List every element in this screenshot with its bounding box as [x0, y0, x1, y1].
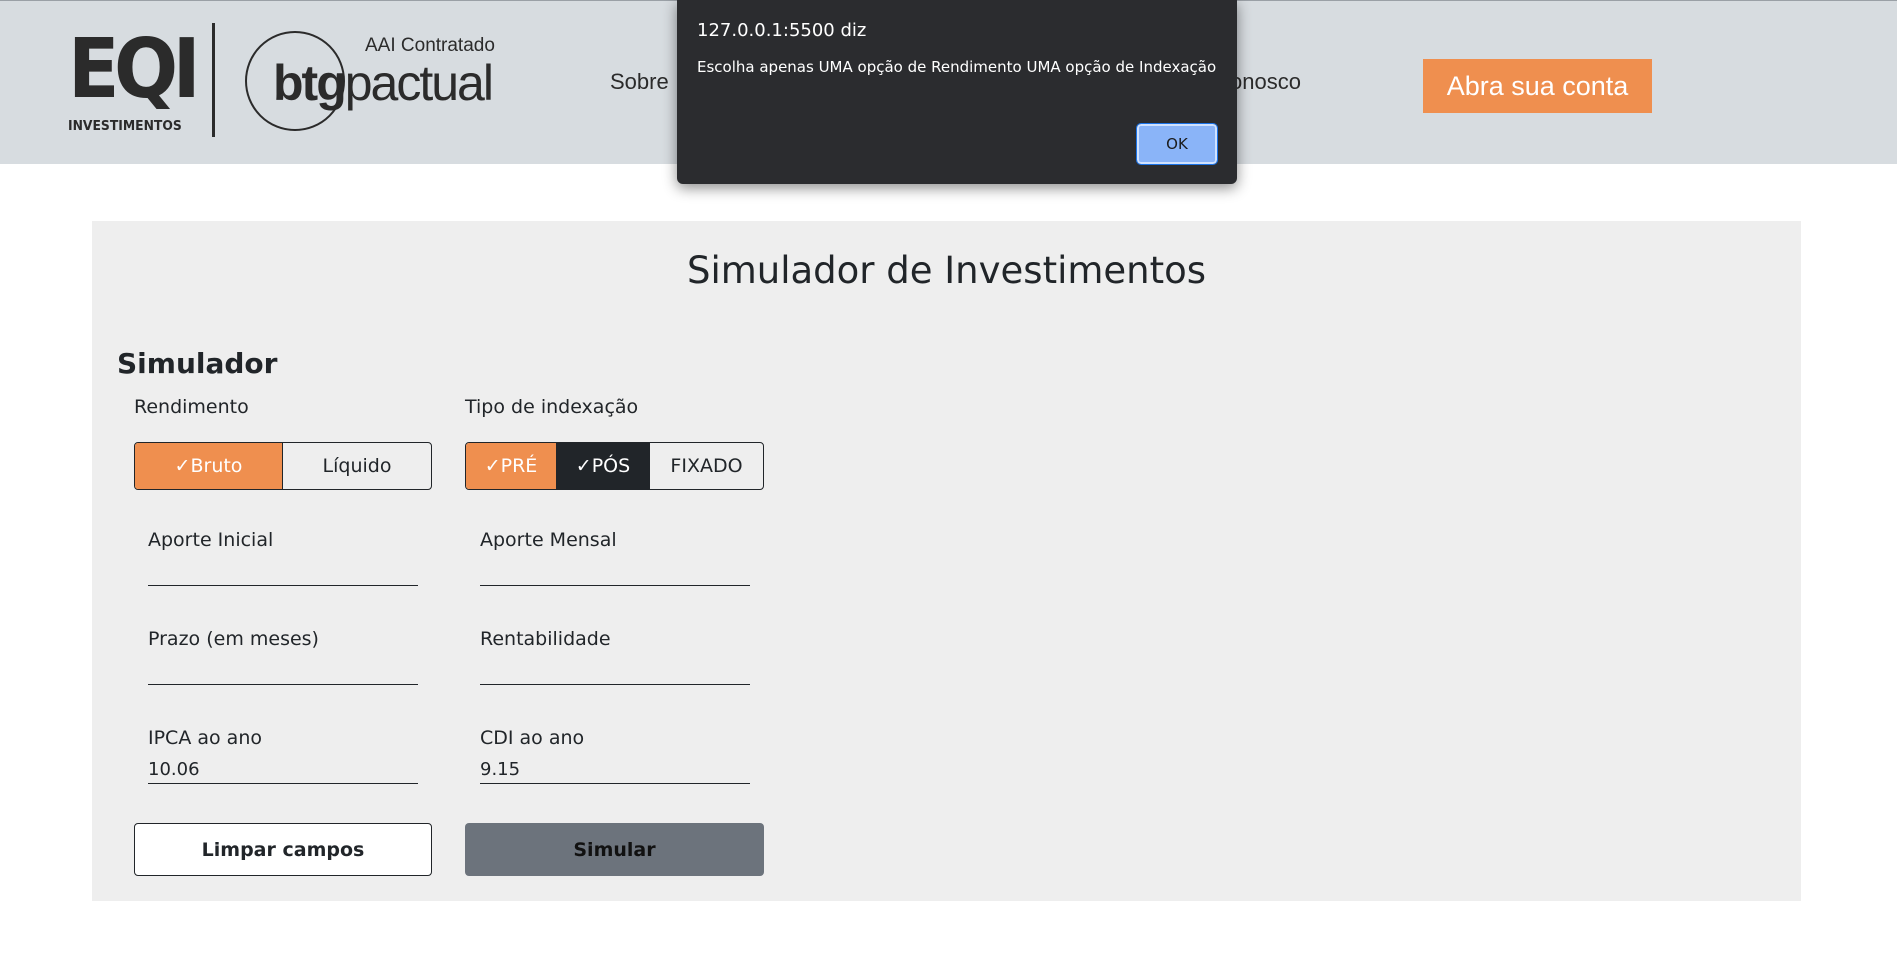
- btg-logo-light: pactual: [344, 55, 494, 111]
- cdi-input[interactable]: [480, 755, 750, 784]
- rendimento-liquido-button[interactable]: Líquido: [283, 443, 431, 489]
- simulate-button[interactable]: Simular: [465, 823, 764, 876]
- rentabilidade-field: Rentabilidade: [480, 628, 750, 685]
- eqi-logo-subtitle: INVESTIMENTOS: [68, 119, 182, 134]
- indexacao-pos-button[interactable]: ✓PÓS: [557, 443, 650, 489]
- alert-dialog: 127.0.0.1:5500 diz Escolha apenas UMA op…: [677, 0, 1237, 184]
- prazo-label: Prazo (em meses): [148, 628, 319, 650]
- logo-divider: [212, 23, 215, 137]
- aporte-inicial-label: Aporte Inicial: [148, 529, 274, 551]
- rendimento-toggle-group: ✓Bruto Líquido: [134, 442, 432, 490]
- nav-link-sobre[interactable]: Sobre: [610, 69, 669, 95]
- prazo-field: Prazo (em meses): [148, 628, 418, 685]
- eqi-logo[interactable]: EQI INVESTIMENTOS: [68, 22, 201, 137]
- alert-title: 127.0.0.1:5500 diz: [697, 20, 867, 41]
- indexacao-toggle-group: ✓PRÉ ✓PÓS FIXADO: [465, 442, 764, 490]
- indexacao-pre-button[interactable]: ✓PRÉ: [466, 443, 557, 489]
- section-title: Simulador: [117, 347, 278, 380]
- aporte-mensal-field: Aporte Mensal: [480, 529, 750, 586]
- aporte-mensal-label: Aporte Mensal: [480, 529, 617, 551]
- nav-link-fale-conosco[interactable]: onosco: [1230, 69, 1301, 95]
- ipca-label: IPCA ao ano: [148, 727, 262, 749]
- btg-logo-wordmark: btgpactual: [273, 53, 494, 113]
- aporte-mensal-input[interactable]: [480, 557, 750, 586]
- indexacao-fixado-button[interactable]: FIXADO: [650, 443, 763, 489]
- open-account-button[interactable]: Abra sua conta: [1423, 59, 1652, 113]
- prazo-input[interactable]: [148, 656, 418, 685]
- ipca-input[interactable]: [148, 755, 418, 784]
- cdi-label: CDI ao ano: [480, 727, 585, 749]
- alert-message: Escolha apenas UMA opção de Rendimento U…: [697, 58, 1217, 76]
- rentabilidade-input[interactable]: [480, 656, 750, 685]
- cdi-field: CDI ao ano: [480, 727, 750, 784]
- rendimento-bruto-button[interactable]: ✓Bruto: [135, 443, 283, 489]
- ipca-field: IPCA ao ano: [148, 727, 418, 784]
- btg-pactual-logo[interactable]: AAI Contratado btgpactual: [243, 29, 503, 133]
- simulator-panel: Simulador de Investimentos Simulador Ren…: [92, 221, 1801, 901]
- rendimento-label: Rendimento: [134, 396, 249, 418]
- aporte-inicial-field: Aporte Inicial: [148, 529, 418, 586]
- aporte-inicial-input[interactable]: [148, 557, 418, 586]
- page-title: Simulador de Investimentos: [686, 249, 1207, 292]
- clear-fields-button[interactable]: Limpar campos: [134, 823, 432, 876]
- btg-logo-bold: btg: [273, 55, 347, 111]
- alert-ok-button[interactable]: OK: [1136, 123, 1218, 165]
- indexacao-label: Tipo de indexação: [465, 396, 639, 418]
- rentabilidade-label: Rentabilidade: [480, 628, 611, 650]
- eqi-logo-letters: EQI: [68, 22, 201, 117]
